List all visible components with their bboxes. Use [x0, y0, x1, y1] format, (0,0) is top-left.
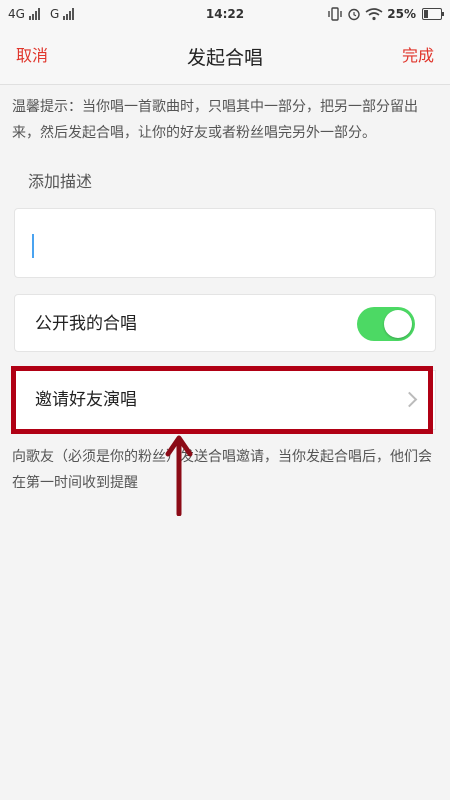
status-right: 25%	[327, 7, 444, 21]
battery-icon	[422, 8, 444, 20]
status-left: 4G G	[8, 7, 75, 21]
toggle-knob	[384, 310, 412, 338]
tip-text: 温馨提示：当你唱一首歌曲时，只唱其中一部分，把另一部分留出来，然后发起合唱，让你…	[12, 99, 418, 141]
wifi-icon	[365, 8, 383, 21]
chevron-right-icon	[401, 391, 418, 408]
invite-note: 向歌友（必须是你的粉丝）发送合唱邀请，当你发起合唱后，他们会在第一时间收到提醒	[12, 449, 432, 491]
status-bar: 4G G 14:22 25%	[0, 0, 450, 28]
battery-fill	[424, 10, 428, 18]
public-toggle-switch[interactable]	[357, 307, 415, 341]
network-label-g: G	[49, 7, 60, 21]
invite-friends-row[interactable]: 邀请好友演唱	[14, 370, 436, 430]
alarm-clock-icon	[348, 8, 360, 21]
done-button[interactable]: 完成	[402, 28, 434, 84]
page-title: 发起合唱	[186, 46, 263, 69]
battery-percent: 25%	[387, 7, 416, 21]
nav-bar: 取消 发起合唱 完成	[0, 28, 450, 85]
public-setting-row: 公开我的合唱	[14, 294, 436, 352]
description-input[interactable]	[25, 219, 429, 269]
signal-bars-icon	[28, 8, 40, 20]
invite-friends-label: 邀请好友演唱	[35, 390, 137, 410]
description-label: 添加描述	[28, 172, 93, 191]
public-setting-label: 公开我的合唱	[35, 314, 137, 334]
network-label-4g: 4G	[8, 7, 25, 21]
signal-bars-icon	[63, 8, 75, 20]
status-time: 14:22	[205, 7, 245, 21]
vibrate-icon	[328, 7, 342, 21]
cancel-button[interactable]: 取消	[16, 28, 48, 84]
text-caret	[32, 234, 34, 258]
description-card	[14, 208, 436, 278]
